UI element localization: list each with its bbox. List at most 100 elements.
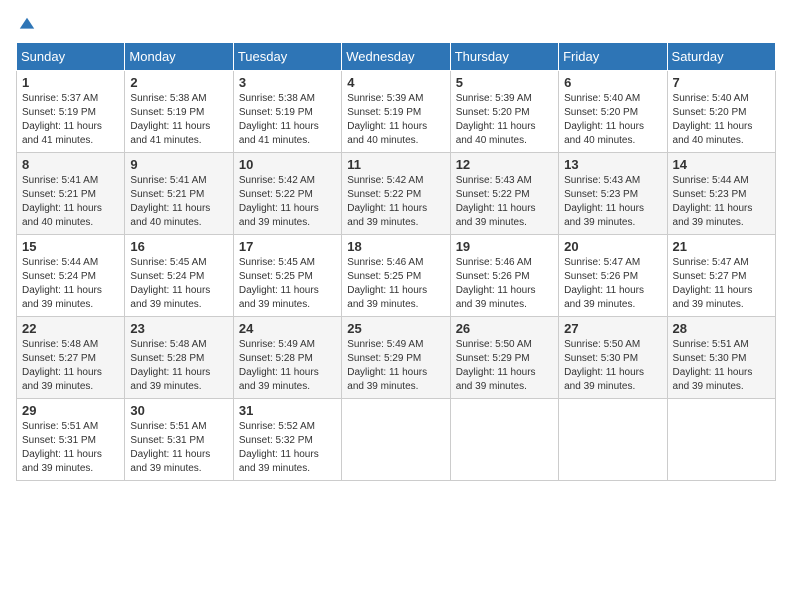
calendar-cell: 11 Sunrise: 5:42 AMSunset: 5:22 PMDayligh…	[342, 153, 450, 235]
day-info: Sunrise: 5:41 AMSunset: 5:21 PMDaylight:…	[22, 174, 119, 230]
day-number: 31	[239, 403, 336, 418]
day-info: Sunrise: 5:51 AMSunset: 5:31 PMDaylight:…	[22, 420, 119, 476]
calendar-cell	[559, 399, 667, 481]
day-info: Sunrise: 5:48 AMSunset: 5:28 PMDaylight:…	[130, 338, 227, 394]
day-number: 29	[22, 403, 119, 418]
day-info: Sunrise: 5:50 AMSunset: 5:29 PMDaylight:…	[456, 338, 553, 394]
calendar-cell: 8 Sunrise: 5:41 AMSunset: 5:21 PMDaylight…	[17, 153, 125, 235]
calendar-cell: 20Sunrise: 5:47 AMSunset: 5:26 PMDayligh…	[559, 235, 667, 317]
day-number: 21	[673, 239, 770, 254]
day-number: 23	[130, 321, 227, 336]
calendar-cell	[667, 399, 775, 481]
day-number: 11	[347, 157, 444, 172]
calendar-header: SundayMondayTuesdayWednesdayThursdayFrid…	[17, 43, 776, 71]
calendar-cell: 13 Sunrise: 5:43 AMSunset: 5:23 PMDayligh…	[559, 153, 667, 235]
day-info: Sunrise: 5:39 AMSunset: 5:20 PMDaylight:…	[456, 92, 553, 148]
day-info: Sunrise: 5:40 AMSunset: 5:20 PMDaylight:…	[564, 92, 661, 148]
day-info: Sunrise: 5:39 AMSunset: 5:19 PMDaylight:…	[347, 92, 444, 148]
calendar-cell	[450, 399, 558, 481]
calendar-cell	[342, 399, 450, 481]
day-number: 22	[22, 321, 119, 336]
calendar-cell: 2 Sunrise: 5:38 AMSunset: 5:19 PMDaylight…	[125, 71, 233, 153]
day-header-thursday: Thursday	[450, 43, 558, 71]
day-info: Sunrise: 5:45 AMSunset: 5:25 PMDaylight:…	[239, 256, 336, 312]
day-number: 13	[564, 157, 661, 172]
calendar-cell: 15 Sunrise: 5:44 AMSunset: 5:24 PMDayligh…	[17, 235, 125, 317]
day-info: Sunrise: 5:40 AMSunset: 5:20 PMDaylight:…	[673, 92, 770, 148]
day-number: 17	[239, 239, 336, 254]
day-info: Sunrise: 5:52 AMSunset: 5:32 PMDaylight:…	[239, 420, 336, 476]
day-number: 1	[22, 75, 119, 90]
day-number: 3	[239, 75, 336, 90]
calendar-cell: 26 Sunrise: 5:50 AMSunset: 5:29 PMDayligh…	[450, 317, 558, 399]
day-header-friday: Friday	[559, 43, 667, 71]
page-header	[16, 16, 776, 34]
calendar-cell: 14 Sunrise: 5:44 AMSunset: 5:23 PMDayligh…	[667, 153, 775, 235]
day-number: 9	[130, 157, 227, 172]
day-info: Sunrise: 5:44 AMSunset: 5:23 PMDaylight:…	[673, 174, 770, 230]
day-number: 10	[239, 157, 336, 172]
calendar-week-3: 15 Sunrise: 5:44 AMSunset: 5:24 PMDayligh…	[17, 235, 776, 317]
logo-icon	[18, 16, 36, 34]
day-header-wednesday: Wednesday	[342, 43, 450, 71]
day-number: 28	[673, 321, 770, 336]
calendar-body: 1Sunrise: 5:37 AMSunset: 5:19 PMDaylight…	[17, 71, 776, 481]
calendar-cell: 6 Sunrise: 5:40 AMSunset: 5:20 PMDaylight…	[559, 71, 667, 153]
calendar-cell: 18Sunrise: 5:46 AMSunset: 5:25 PMDayligh…	[342, 235, 450, 317]
day-info: Sunrise: 5:38 AMSunset: 5:19 PMDaylight:…	[130, 92, 227, 148]
day-info: Sunrise: 5:47 AMSunset: 5:27 PMDaylight:…	[673, 256, 770, 312]
calendar-cell: 22 Sunrise: 5:48 AMSunset: 5:27 PMDayligh…	[17, 317, 125, 399]
day-number: 18	[347, 239, 444, 254]
logo	[16, 16, 36, 34]
day-info: Sunrise: 5:42 AMSunset: 5:22 PMDaylight:…	[239, 174, 336, 230]
day-number: 27	[564, 321, 661, 336]
day-number: 24	[239, 321, 336, 336]
days-of-week-row: SundayMondayTuesdayWednesdayThursdayFrid…	[17, 43, 776, 71]
day-number: 19	[456, 239, 553, 254]
calendar-cell: 1Sunrise: 5:37 AMSunset: 5:19 PMDaylight…	[17, 71, 125, 153]
calendar-cell: 31 Sunrise: 5:52 AMSunset: 5:32 PMDayligh…	[233, 399, 341, 481]
calendar-table: SundayMondayTuesdayWednesdayThursdayFrid…	[16, 42, 776, 481]
calendar-cell: 30 Sunrise: 5:51 AMSunset: 5:31 PMDayligh…	[125, 399, 233, 481]
day-info: Sunrise: 5:51 AMSunset: 5:31 PMDaylight:…	[130, 420, 227, 476]
day-number: 30	[130, 403, 227, 418]
calendar-week-5: 29 Sunrise: 5:51 AMSunset: 5:31 PMDayligh…	[17, 399, 776, 481]
day-info: Sunrise: 5:49 AMSunset: 5:29 PMDaylight:…	[347, 338, 444, 394]
day-number: 2	[130, 75, 227, 90]
day-number: 25	[347, 321, 444, 336]
day-info: Sunrise: 5:51 AMSunset: 5:30 PMDaylight:…	[673, 338, 770, 394]
day-info: Sunrise: 5:46 AMSunset: 5:26 PMDaylight:…	[456, 256, 553, 312]
calendar-cell: 10 Sunrise: 5:42 AMSunset: 5:22 PMDayligh…	[233, 153, 341, 235]
calendar-week-2: 8 Sunrise: 5:41 AMSunset: 5:21 PMDaylight…	[17, 153, 776, 235]
calendar-cell: 3Sunrise: 5:38 AMSunset: 5:19 PMDaylight…	[233, 71, 341, 153]
calendar-cell: 12 Sunrise: 5:43 AMSunset: 5:22 PMDayligh…	[450, 153, 558, 235]
day-header-monday: Monday	[125, 43, 233, 71]
day-info: Sunrise: 5:48 AMSunset: 5:27 PMDaylight:…	[22, 338, 119, 394]
calendar-cell: 7 Sunrise: 5:40 AMSunset: 5:20 PMDaylight…	[667, 71, 775, 153]
day-header-saturday: Saturday	[667, 43, 775, 71]
day-info: Sunrise: 5:43 AMSunset: 5:22 PMDaylight:…	[456, 174, 553, 230]
day-info: Sunrise: 5:45 AMSunset: 5:24 PMDaylight:…	[130, 256, 227, 312]
calendar-cell: 23 Sunrise: 5:48 AMSunset: 5:28 PMDayligh…	[125, 317, 233, 399]
day-number: 7	[673, 75, 770, 90]
calendar-cell: 19 Sunrise: 5:46 AMSunset: 5:26 PMDayligh…	[450, 235, 558, 317]
calendar-cell: 4Sunrise: 5:39 AMSunset: 5:19 PMDaylight…	[342, 71, 450, 153]
day-number: 14	[673, 157, 770, 172]
day-number: 12	[456, 157, 553, 172]
calendar-cell: 27Sunrise: 5:50 AMSunset: 5:30 PMDayligh…	[559, 317, 667, 399]
day-number: 26	[456, 321, 553, 336]
day-info: Sunrise: 5:44 AMSunset: 5:24 PMDaylight:…	[22, 256, 119, 312]
day-number: 6	[564, 75, 661, 90]
day-number: 15	[22, 239, 119, 254]
calendar-cell: 25 Sunrise: 5:49 AMSunset: 5:29 PMDayligh…	[342, 317, 450, 399]
calendar-week-4: 22 Sunrise: 5:48 AMSunset: 5:27 PMDayligh…	[17, 317, 776, 399]
day-number: 16	[130, 239, 227, 254]
day-header-sunday: Sunday	[17, 43, 125, 71]
day-number: 5	[456, 75, 553, 90]
day-number: 8	[22, 157, 119, 172]
calendar-cell: 24Sunrise: 5:49 AMSunset: 5:28 PMDayligh…	[233, 317, 341, 399]
calendar-cell: 9Sunrise: 5:41 AMSunset: 5:21 PMDaylight…	[125, 153, 233, 235]
day-info: Sunrise: 5:42 AMSunset: 5:22 PMDaylight:…	[347, 174, 444, 230]
day-info: Sunrise: 5:47 AMSunset: 5:26 PMDaylight:…	[564, 256, 661, 312]
day-info: Sunrise: 5:43 AMSunset: 5:23 PMDaylight:…	[564, 174, 661, 230]
